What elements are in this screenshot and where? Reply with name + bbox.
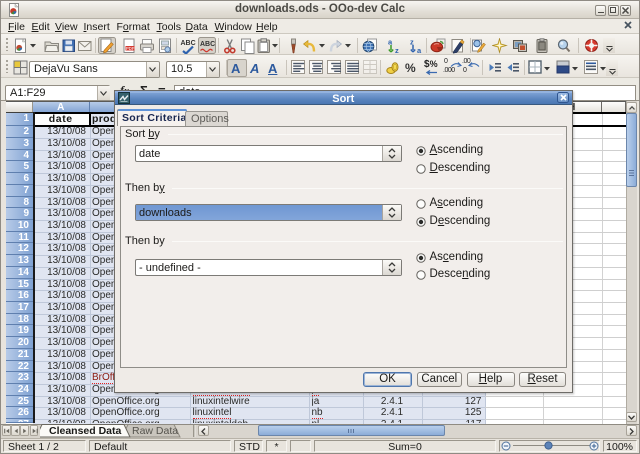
svg-text:z: z	[395, 46, 399, 54]
svg-text:ABC: ABC	[181, 40, 196, 47]
svg-text:ABC: ABC	[200, 41, 215, 48]
svg-text:PDF: PDF	[126, 46, 135, 51]
svg-text:a: a	[417, 46, 422, 54]
